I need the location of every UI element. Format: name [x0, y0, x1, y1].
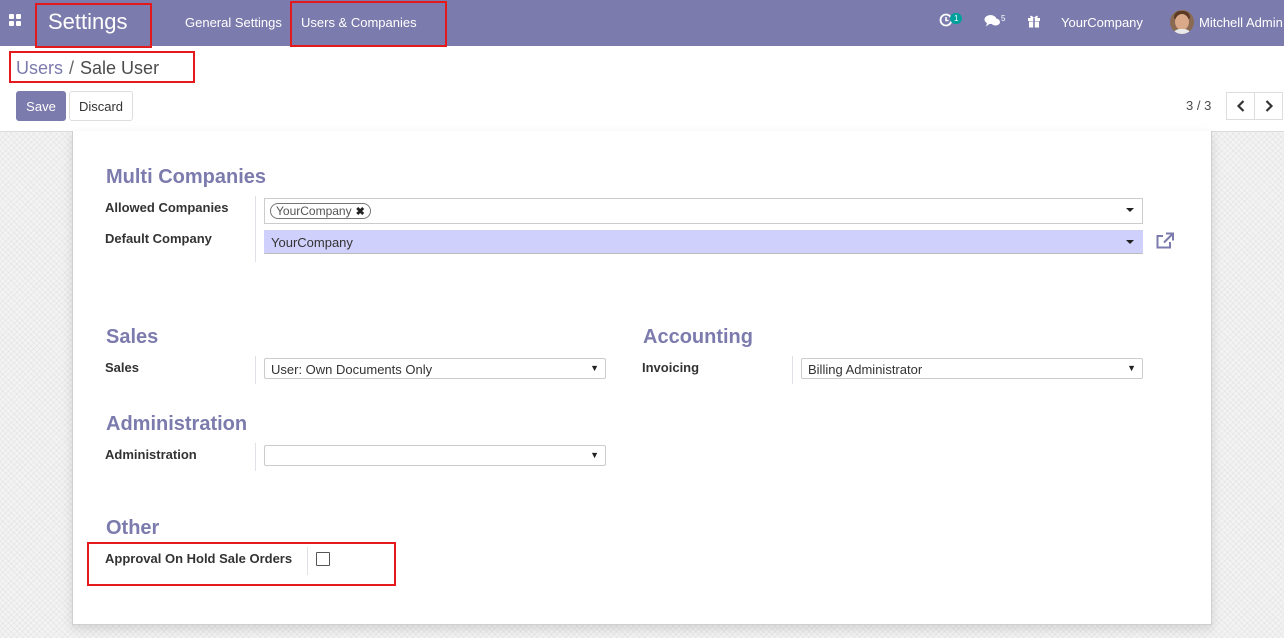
discard-button[interactable]: Discard [69, 91, 133, 121]
user-menu[interactable]: Mitchell Admin [1199, 15, 1283, 30]
breadcrumb-separator: / [69, 58, 75, 78]
invoicing-select-value: Billing Administrator [808, 362, 923, 377]
breadcrumb: Users / Sale User [16, 58, 159, 79]
gift-icon[interactable] [1027, 14, 1041, 31]
section-title-other: Other [106, 517, 160, 539]
sales-select-value: User: Own Documents Only [271, 362, 433, 377]
external-link-icon[interactable] [1155, 232, 1175, 250]
menu-users-companies[interactable]: Users & Companies [301, 15, 417, 30]
label-default-company: Default Company [105, 231, 212, 246]
section-title-sales: Sales [106, 326, 159, 348]
section-title-administration: Administration [106, 413, 248, 435]
dropdown-caret-icon: ▼ [590, 363, 599, 373]
breadcrumb-current: Sale User [80, 58, 160, 78]
invoicing-select[interactable]: Billing Administrator ▼ [801, 358, 1143, 379]
app-grid-icon[interactable] [9, 14, 23, 28]
field-divider [255, 356, 256, 384]
menu-general-settings[interactable]: General Settings [185, 15, 282, 30]
label-approval-on-hold: Approval On Hold Sale Orders [105, 551, 293, 566]
breadcrumb-users[interactable]: Users [16, 58, 63, 78]
allowed-companies-field[interactable]: YourCompany ✖ [264, 198, 1143, 224]
chevron-left-icon [1236, 100, 1244, 112]
pager-next-button[interactable] [1254, 92, 1283, 120]
dropdown-caret-icon[interactable] [1126, 240, 1134, 244]
field-divider [255, 443, 256, 471]
app-title: Settings [48, 9, 128, 34]
field-divider [307, 547, 308, 575]
section-title-multi-companies: Multi Companies [106, 166, 267, 188]
pager-value[interactable]: 3 / 3 [1186, 98, 1211, 113]
default-company-value: YourCompany [271, 235, 353, 250]
remove-tag-icon[interactable]: ✖ [356, 205, 365, 218]
dropdown-caret-icon: ▼ [590, 450, 599, 460]
company-tag-label: YourCompany [276, 204, 352, 218]
label-invoicing: Invoicing [642, 360, 700, 375]
pager-previous-button[interactable] [1226, 92, 1255, 120]
label-administration: Administration [105, 447, 197, 462]
field-divider [255, 196, 256, 262]
activity-count-badge: 1 [950, 13, 963, 24]
section-title-accounting: Accounting [643, 326, 753, 348]
label-allowed-companies: Allowed Companies [105, 200, 229, 215]
dropdown-caret-icon[interactable] [1126, 208, 1134, 212]
sales-select[interactable]: User: Own Documents Only ▼ [264, 358, 606, 379]
messages-count-badge: 5 [1001, 14, 1006, 23]
dropdown-caret-icon: ▼ [1127, 363, 1136, 373]
label-sales: Sales [105, 360, 139, 375]
user-avatar[interactable] [1170, 10, 1194, 34]
top-navbar: Settings General Settings Users & Compan… [0, 0, 1284, 46]
save-button[interactable]: Save [16, 91, 66, 121]
chevron-right-icon [1265, 100, 1273, 112]
field-divider [792, 356, 793, 384]
administration-select[interactable]: ▼ [264, 445, 606, 466]
default-company-field[interactable]: YourCompany [264, 230, 1143, 254]
messages-icon[interactable] [984, 14, 1001, 31]
approval-on-hold-checkbox[interactable] [316, 552, 330, 566]
company-switcher[interactable]: YourCompany [1061, 15, 1143, 30]
company-tag: YourCompany ✖ [270, 203, 371, 219]
